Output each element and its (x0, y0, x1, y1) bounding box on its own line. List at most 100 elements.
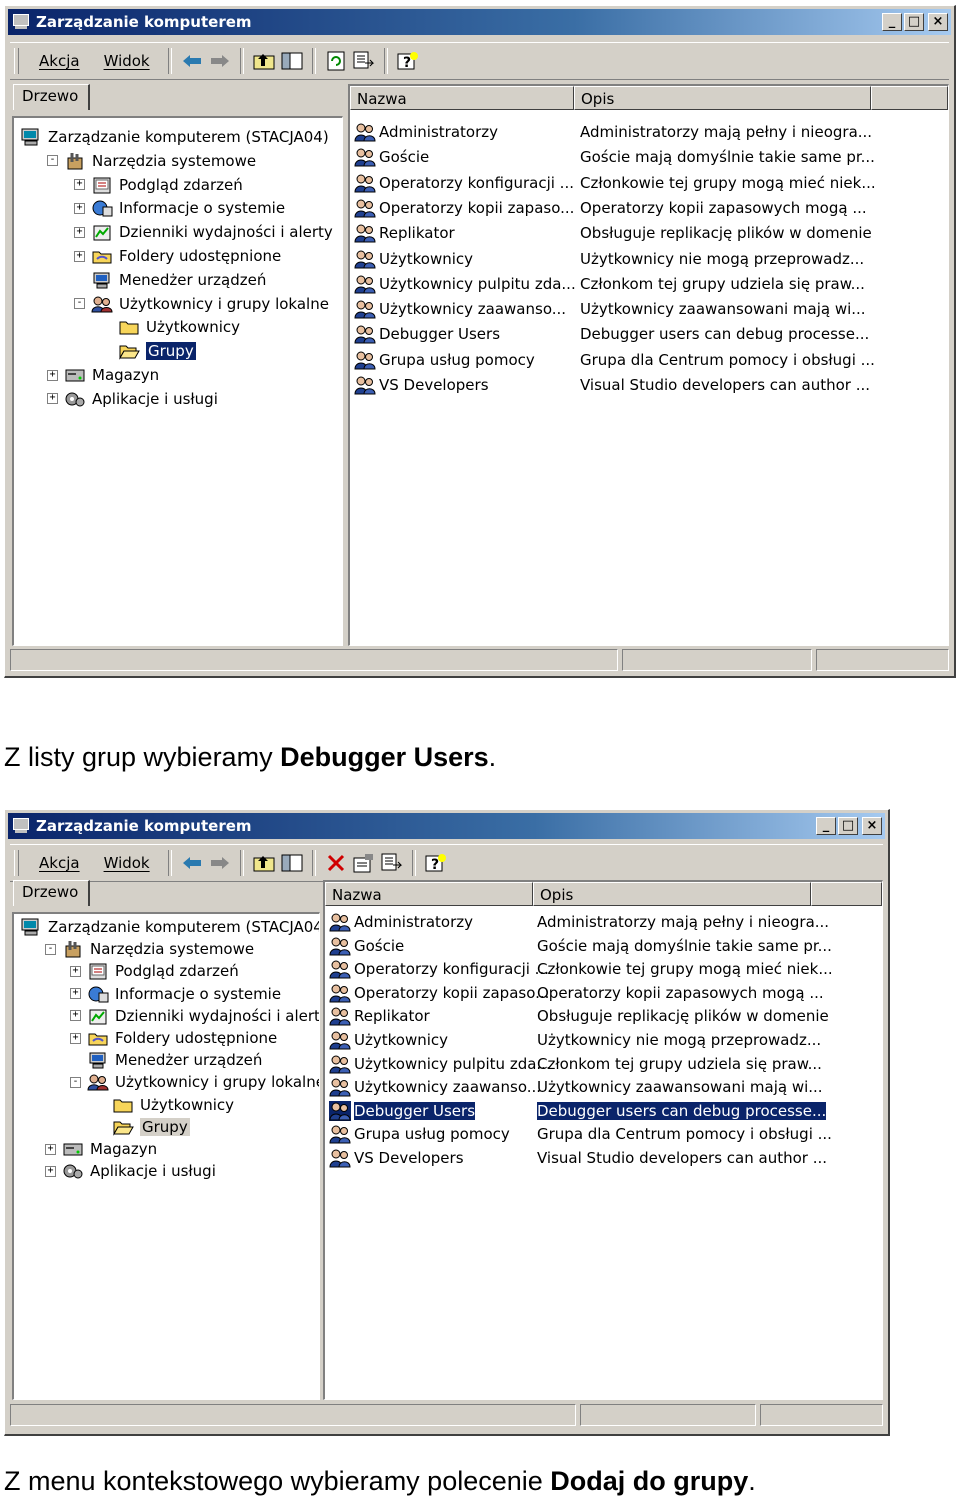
list-item[interactable]: Użytkownicy zaawanso... Użytkownicy zaawa… (350, 297, 866, 321)
column-header-opis[interactable]: Opis (574, 86, 871, 110)
tree-node[interactable]: - Narzędzia systemowe (45, 938, 254, 960)
tab-drzewo[interactable]: Drzewo (13, 84, 91, 110)
tree-node[interactable]: + Magazyn (45, 1138, 157, 1160)
delete-icon[interactable] (322, 850, 350, 876)
properties-icon[interactable] (350, 850, 378, 876)
expand-icon[interactable]: + (45, 1143, 56, 1155)
list-item[interactable]: Operatorzy konfiguracji ... Członkowie te… (350, 171, 876, 195)
expand-icon[interactable]: + (47, 393, 58, 405)
list-item[interactable]: Replikator Obsługuje replikację plików w … (325, 1004, 829, 1028)
menu-akcja[interactable]: Akcja (27, 52, 92, 70)
forward-arrow-icon[interactable] (206, 850, 234, 876)
tree-node[interactable]: + Aplikacje i usługi (47, 388, 218, 410)
list-item[interactable]: Debugger Users Debugger users can debug p… (350, 322, 869, 346)
show-hide-tree-icon[interactable] (278, 48, 306, 74)
tree-node[interactable]: + Informacje o systemie (70, 983, 281, 1005)
minimize-button[interactable]: _ (882, 13, 902, 31)
group-icon (354, 173, 376, 193)
group-description: Użytkownicy zaawansowani mają wi... (580, 300, 866, 319)
tree-node[interactable]: + Foldery udostępnione (70, 1027, 277, 1049)
tree-node[interactable]: Grupy (95, 1116, 190, 1138)
menu-widok[interactable]: Widok (92, 52, 162, 70)
maximize-button[interactable]: □ (838, 817, 858, 835)
title-bar[interactable]: Zarządzanie komputerem _ □ × (8, 813, 885, 839)
help-icon[interactable]: ? (394, 48, 422, 74)
tree-node[interactable]: + Dzienniki wydajności i alerty (70, 1005, 320, 1027)
forward-arrow-icon[interactable] (206, 48, 234, 74)
column-header-nazwa[interactable]: Nazwa (350, 86, 574, 110)
tree-node[interactable]: + Dzienniki wydajności i alerty (74, 221, 333, 243)
tree-node[interactable]: + Podgląd zdarzeń (74, 174, 243, 196)
show-hide-tree-icon[interactable] (278, 850, 306, 876)
list-item[interactable]: Goście Goście mają domyślnie takie same p… (350, 145, 875, 169)
collapse-icon[interactable]: - (70, 1076, 81, 1088)
expand-icon[interactable]: + (74, 226, 85, 238)
list-item[interactable]: VS Developers Visual Studio developers ca… (325, 1146, 827, 1170)
list-item[interactable]: Goście Goście mają domyślnie takie same p… (325, 934, 832, 958)
close-button[interactable]: × (862, 817, 882, 835)
list-item[interactable]: Replikator Obsługuje replikację plików w … (350, 221, 872, 245)
expand-icon[interactable]: + (70, 988, 81, 1000)
menu-akcja[interactable]: Akcja (27, 854, 92, 872)
collapse-icon[interactable]: - (45, 943, 56, 955)
tree-node[interactable]: Zarządzanie komputerem (STACJA04) (20, 126, 329, 148)
title-bar[interactable]: Zarządzanie komputerem _ □ × (8, 9, 951, 35)
expand-icon[interactable]: + (74, 250, 85, 262)
refresh-icon[interactable] (322, 48, 350, 74)
list-item[interactable]: Operatorzy kopii zapaso... Operatorzy kop… (350, 196, 867, 220)
expand-icon[interactable]: + (74, 202, 85, 214)
column-header-opis[interactable]: Opis (533, 882, 811, 906)
folder-open-icon (118, 342, 140, 361)
tree-node-label: Dzienniki wydajności i alerty (115, 1006, 320, 1025)
list-item[interactable]: Użytkownicy Użytkownicy nie mogą przeprow… (350, 247, 864, 271)
list-item[interactable]: Użytkownicy zaawanso... Użytkownicy zaawa… (325, 1075, 823, 1099)
back-arrow-icon[interactable] (178, 48, 206, 74)
tree-node[interactable]: Użytkownicy (95, 1094, 234, 1116)
close-button[interactable]: × (928, 13, 948, 31)
export-list-icon[interactable] (378, 850, 406, 876)
list-item[interactable]: Debugger Users Debugger users can debug p… (325, 1099, 827, 1123)
tree-node[interactable]: Zarządzanie komputerem (STACJA04) (20, 916, 319, 938)
up-one-level-icon[interactable] (250, 850, 278, 876)
expand-icon[interactable]: + (70, 965, 81, 977)
menu-widok[interactable]: Widok (92, 854, 162, 872)
list-item[interactable]: Użytkownicy pulpitu zda... Członkom tej g… (350, 272, 865, 296)
expand-icon[interactable]: + (74, 179, 85, 191)
list-item[interactable]: Operatorzy konfiguracji ... Członkowie te… (325, 957, 833, 981)
up-one-level-icon[interactable] (250, 48, 278, 74)
tree-node[interactable]: Menedżer urządzeń (70, 1049, 262, 1071)
expand-icon[interactable]: + (70, 1032, 81, 1044)
tree-node[interactable]: - Narzędzia systemowe (47, 150, 256, 172)
list-item[interactable]: Grupa usług pomocy Grupa dla Centrum pomo… (350, 348, 875, 372)
tree-node[interactable]: Grupy (101, 340, 196, 362)
list-item[interactable]: Administratorzy Administratorzy mają pełn… (350, 120, 872, 144)
list-item[interactable]: Operatorzy kopii zapaso... Operatorzy kop… (325, 981, 824, 1005)
tree-node[interactable]: Menedżer urządzeń (74, 269, 266, 291)
minimize-button[interactable]: _ (816, 817, 836, 835)
export-list-icon[interactable] (350, 48, 378, 74)
list-item[interactable]: Użytkownicy Użytkownicy nie mogą przeprow… (325, 1028, 821, 1052)
list-item[interactable]: Grupa usług pomocy Grupa dla Centrum pomo… (325, 1122, 832, 1146)
group-name: Debugger Users (354, 1101, 476, 1120)
collapse-icon[interactable]: - (47, 155, 58, 167)
expand-icon[interactable]: + (47, 369, 58, 381)
column-header-nazwa[interactable]: Nazwa (325, 882, 533, 906)
tree-node[interactable]: Użytkownicy (101, 316, 240, 338)
tree-node[interactable]: + Informacje o systemie (74, 197, 285, 219)
tree-node[interactable]: + Foldery udostępnione (74, 245, 281, 267)
back-arrow-icon[interactable] (178, 850, 206, 876)
tree-node[interactable]: + Magazyn (47, 364, 159, 386)
list-item[interactable]: VS Developers Visual Studio developers ca… (350, 373, 870, 397)
collapse-icon[interactable]: - (74, 298, 85, 310)
tree-node[interactable]: - Użytkownicy i grupy lokalne (74, 293, 329, 315)
tab-drzewo[interactable]: Drzewo (13, 880, 91, 906)
tree-node[interactable]: - Użytkownicy i grupy lokalne (70, 1071, 319, 1093)
help-icon[interactable]: ? (422, 850, 450, 876)
maximize-button[interactable]: □ (904, 13, 924, 31)
tree-node[interactable]: + Podgląd zdarzeń (70, 960, 239, 982)
expand-icon[interactable]: + (70, 1010, 81, 1022)
list-item[interactable]: Użytkownicy pulpitu zda... Członkom tej g… (325, 1052, 822, 1076)
list-item[interactable]: Administratorzy Administratorzy mają pełn… (325, 910, 829, 934)
tree-node[interactable]: + Aplikacje i usługi (45, 1160, 216, 1182)
expand-icon[interactable]: + (45, 1165, 56, 1177)
